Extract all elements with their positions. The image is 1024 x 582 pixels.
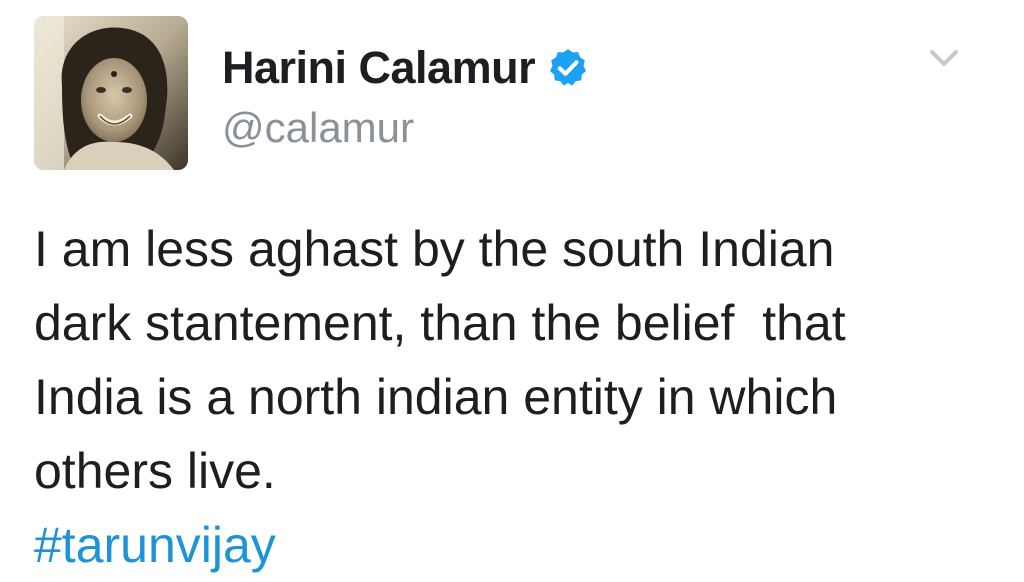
profile-photo-icon — [34, 16, 188, 170]
verified-badge-icon — [550, 49, 587, 86]
avatar[interactable] — [34, 16, 188, 170]
tweet-text-line: I am less aghast by the south Indian — [34, 221, 835, 277]
tweet-text: I am less aghast by the south Indian dar… — [34, 212, 994, 582]
display-name[interactable]: Harini Calamur — [222, 42, 536, 94]
hashtag-link[interactable]: #tarunvijay — [34, 508, 994, 582]
tweet-text-line: others live. — [34, 443, 276, 499]
tweet-card: Harini Calamur @calamur I am less aghast… — [0, 0, 1024, 582]
tweet-text-line: dark stantement, than the belief that — [34, 295, 846, 351]
user-handle[interactable]: @calamur — [222, 104, 414, 152]
chevron-down-icon[interactable] — [924, 44, 964, 74]
tweet-text-line: India is a north indian entity in which — [34, 369, 838, 425]
author-header: Harini Calamur — [222, 38, 589, 98]
